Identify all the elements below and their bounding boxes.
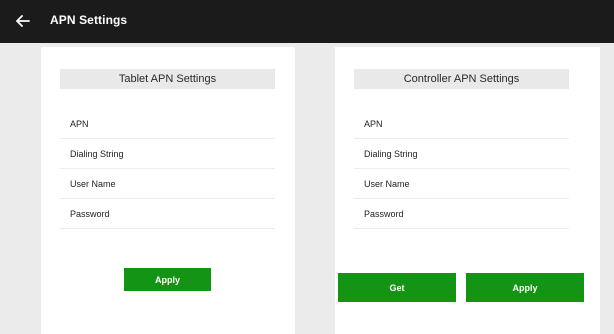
tablet-apn-title: Tablet APN Settings (60, 69, 275, 89)
arrow-left-icon (16, 15, 30, 27)
tablet-password-field[interactable]: Password (60, 199, 275, 229)
tablet-user-name-field[interactable]: User Name (60, 169, 275, 199)
tablet-dialing-string-field[interactable]: Dialing String (60, 139, 275, 169)
tablet-apply-button[interactable]: Apply (124, 268, 211, 291)
back-button[interactable] (12, 10, 34, 32)
controller-dialing-string-field[interactable]: Dialing String (354, 139, 569, 169)
controller-user-name-field[interactable]: User Name (354, 169, 569, 199)
controller-apn-field[interactable]: APN (354, 109, 569, 139)
controller-apn-title: Controller APN Settings (354, 69, 569, 89)
controller-get-button[interactable]: Get (338, 273, 456, 302)
controller-apn-card: Controller APN Settings APN Dialing Stri… (335, 47, 600, 334)
tablet-apn-card: Tablet APN Settings APN Dialing String U… (41, 47, 295, 334)
controller-password-field[interactable]: Password (354, 199, 569, 229)
controller-apply-button[interactable]: Apply (466, 273, 584, 302)
tablet-apn-field[interactable]: APN (60, 109, 275, 139)
page-title: APN Settings (50, 13, 128, 27)
app-header: APN Settings (0, 0, 614, 43)
